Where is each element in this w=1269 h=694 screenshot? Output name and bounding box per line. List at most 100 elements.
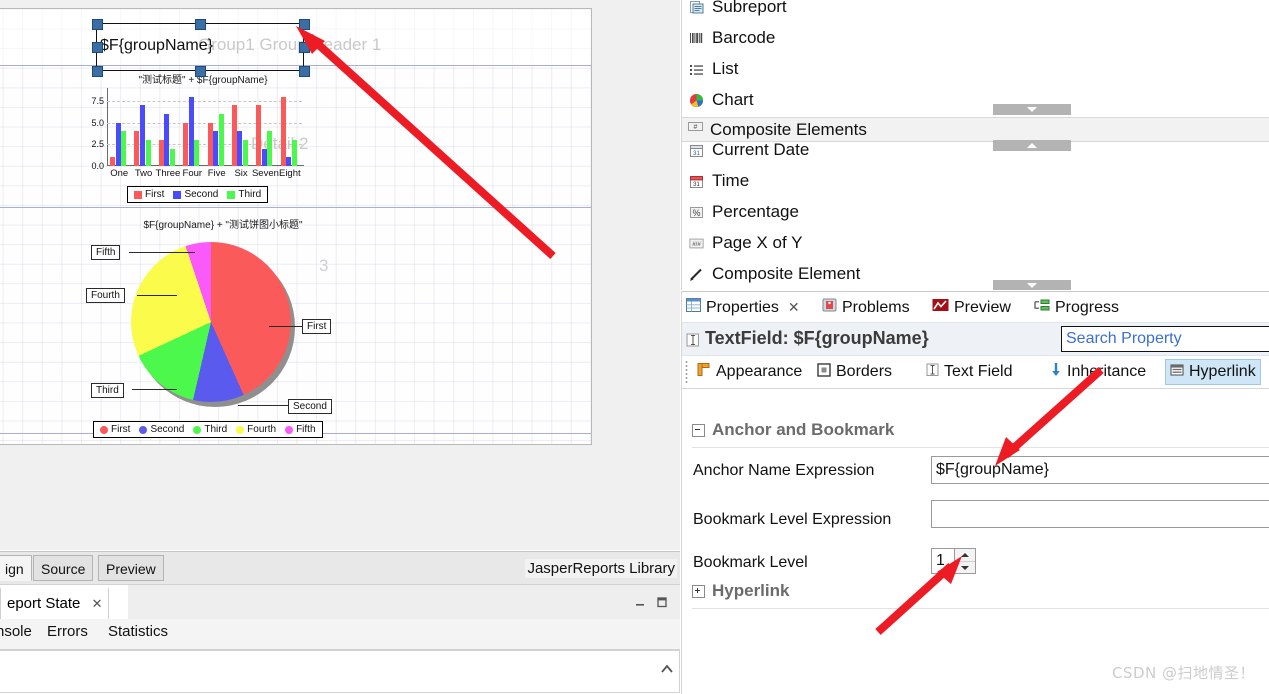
resize-handle-se[interactable]	[299, 66, 310, 77]
palette-item-percentage[interactable]: % Percentage	[688, 199, 799, 225]
pie-slice-label: Fifth	[91, 245, 121, 260]
properties-panel[interactable]: Properties ✕ Problems Preview Progress T…	[681, 291, 1269, 694]
tab-inheritance[interactable]: Inheritance	[1046, 359, 1150, 385]
tab-preview-view[interactable]: Preview	[932, 295, 1011, 320]
palette-scroll-up[interactable]	[993, 140, 1071, 151]
design-tab-bar[interactable]: ign Source Preview JasperReports Library	[0, 551, 680, 584]
bookmark-level-field[interactable]	[931, 548, 954, 574]
anchor-name-expression-field[interactable]	[931, 456, 1269, 484]
legend-swatch	[173, 190, 182, 199]
tab-console[interactable]: nsole	[0, 623, 32, 640]
palette-scroll-down-top[interactable]	[993, 104, 1071, 115]
bar-chart-y-tick: 0.0	[91, 161, 104, 171]
close-icon[interactable]: ✕	[92, 596, 103, 611]
tab-text-field[interactable]: Text Field	[922, 359, 1016, 385]
pie-label-leader	[269, 326, 302, 327]
tab-problems[interactable]: Problems	[822, 295, 910, 320]
legend-entry: Fifth	[285, 424, 316, 435]
tab-borders[interactable]: Borders	[813, 359, 896, 385]
expand-icon[interactable]	[692, 584, 705, 598]
anchor-name-expression-input[interactable]	[932, 457, 1269, 483]
property-tab-bar[interactable]: Appearance Borders Text Field Inheritanc…	[682, 356, 1269, 389]
bar-chart-element[interactable]: "测试标题" + $F{groupName} 7.5 5.0 2.5 0.0 One Tw…	[83, 71, 323, 219]
inheritance-icon	[1050, 362, 1062, 382]
pie-slice-label: Fourth	[86, 288, 125, 303]
pie-label-leader	[137, 295, 177, 296]
report-state-view[interactable]: eport State ✕	[0, 584, 680, 620]
maximize-icon[interactable]	[656, 597, 668, 608]
palette-scroll-down-bottom[interactable]	[993, 280, 1071, 290]
percent-icon: %	[688, 204, 705, 221]
bar-chart-plot: 7.5 5.0 2.5 0.0 One Two Three Four Five Six Seven E…	[91, 88, 304, 179]
tab-report-state-label: eport State	[7, 595, 81, 612]
search-property-field[interactable]	[1061, 326, 1269, 352]
console-output-area[interactable]	[0, 650, 680, 693]
tab-appearance-label: Appearance	[716, 363, 803, 380]
resize-handle-nw[interactable]	[92, 19, 103, 30]
tab-preview[interactable]: Preview	[98, 555, 164, 581]
tab-progress-label: Progress	[1055, 298, 1120, 316]
bookmark-level-input[interactable]	[932, 549, 954, 573]
bookmark-level-expression-field[interactable]	[931, 500, 1269, 528]
palette-item-chart-label: Chart	[712, 90, 754, 109]
borders-icon	[817, 362, 831, 382]
view-tab-bar[interactable]: Properties ✕ Problems Preview Progress	[682, 292, 1269, 322]
palette-panel[interactable]: Subreport Barcode List Chart # Composite…	[681, 0, 1269, 290]
tab-errors[interactable]: Errors	[47, 623, 88, 640]
palette-item-composite-element-label: Composite Element	[712, 264, 861, 283]
report-page-canvas[interactable]: Group1 Group Header 1 Detail 2 3 "测试标题" …	[0, 8, 592, 445]
pie-label-leader	[129, 252, 195, 253]
section-hyperlink[interactable]: Hyperlink	[692, 581, 789, 601]
resize-handle-sw[interactable]	[92, 66, 103, 77]
palette-item-composite-element[interactable]: Composite Element	[688, 261, 860, 287]
console-tab-bar[interactable]: nsole Errors Statistics	[0, 619, 680, 650]
legend-entry: Third	[227, 189, 261, 200]
bar-chart-bar	[194, 140, 200, 166]
tab-source[interactable]: Source	[33, 555, 94, 581]
search-property-input[interactable]	[1062, 327, 1269, 351]
tab-design[interactable]: ign	[0, 555, 32, 581]
close-icon[interactable]: ✕	[788, 299, 800, 316]
resize-handle-e[interactable]	[299, 42, 310, 53]
resize-handle-s[interactable]	[195, 66, 206, 77]
scroll-up-icon[interactable]	[659, 662, 675, 676]
resize-handle-w[interactable]	[92, 42, 103, 53]
designer-canvas-scroll[interactable]: Group1 Group Header 1 Detail 2 3 "测试标题" …	[0, 0, 680, 550]
palette-item-barcode[interactable]: Barcode	[688, 25, 775, 51]
tab-statistics[interactable]: Statistics	[108, 623, 168, 640]
resize-handle-n[interactable]	[195, 19, 206, 30]
tab-hyperlink[interactable]: Hyperlink	[1165, 359, 1261, 385]
tab-progress[interactable]: Progress	[1034, 295, 1119, 320]
selected-text-field[interactable]: $F{groupName}	[96, 23, 304, 71]
palette-item-time[interactable]: 31 Time	[688, 168, 749, 194]
text-field-expression: $F{groupName}	[100, 37, 213, 54]
bookmark-level-stepper[interactable]	[954, 548, 976, 574]
palette-item-percentage-label: Percentage	[712, 202, 799, 221]
section-divider-1	[692, 447, 1269, 448]
page-number-icon: #/#	[688, 235, 705, 252]
stepper-down-button[interactable]	[955, 562, 975, 574]
tab-properties[interactable]: Properties ✕	[686, 295, 800, 322]
palette-item-chart[interactable]: Chart	[688, 87, 754, 113]
section-anchor-and-bookmark[interactable]: Anchor and Bookmark	[692, 420, 894, 440]
pie-chart-element[interactable]: $F{groupName} + "测试饼图小标题" First Second Thi…	[83, 216, 363, 451]
palette-item-list[interactable]: List	[688, 56, 738, 82]
resize-handle-ne[interactable]	[299, 19, 310, 30]
collapse-icon[interactable]	[692, 423, 705, 437]
bar-chart-gridline	[107, 101, 302, 102]
report-designer-editor[interactable]: Group1 Group Header 1 Detail 2 3 "测试标题" …	[0, 0, 680, 550]
stepper-up-button[interactable]	[955, 549, 975, 562]
bar-chart-bar	[145, 140, 151, 166]
legend-label: First	[111, 424, 131, 435]
section-divider-2	[692, 608, 1269, 609]
palette-item-subreport[interactable]: Subreport	[688, 0, 787, 20]
tab-appearance[interactable]: Appearance	[692, 359, 806, 385]
palette-item-page-x-of-y[interactable]: #/# Page X of Y	[688, 230, 802, 256]
tab-report-state[interactable]: eport State ✕	[0, 587, 110, 620]
palette-item-page-x-of-y-label: Page X of Y	[712, 233, 803, 252]
bar-chart-x-tick: Eight	[278, 168, 301, 179]
bookmark-level-expression-input[interactable]	[932, 501, 1269, 527]
palette-item-current-date[interactable]: 31 Current Date	[688, 137, 809, 163]
minimize-icon[interactable]	[634, 597, 646, 608]
properties-title: TextField: $F{groupName}	[705, 328, 929, 348]
